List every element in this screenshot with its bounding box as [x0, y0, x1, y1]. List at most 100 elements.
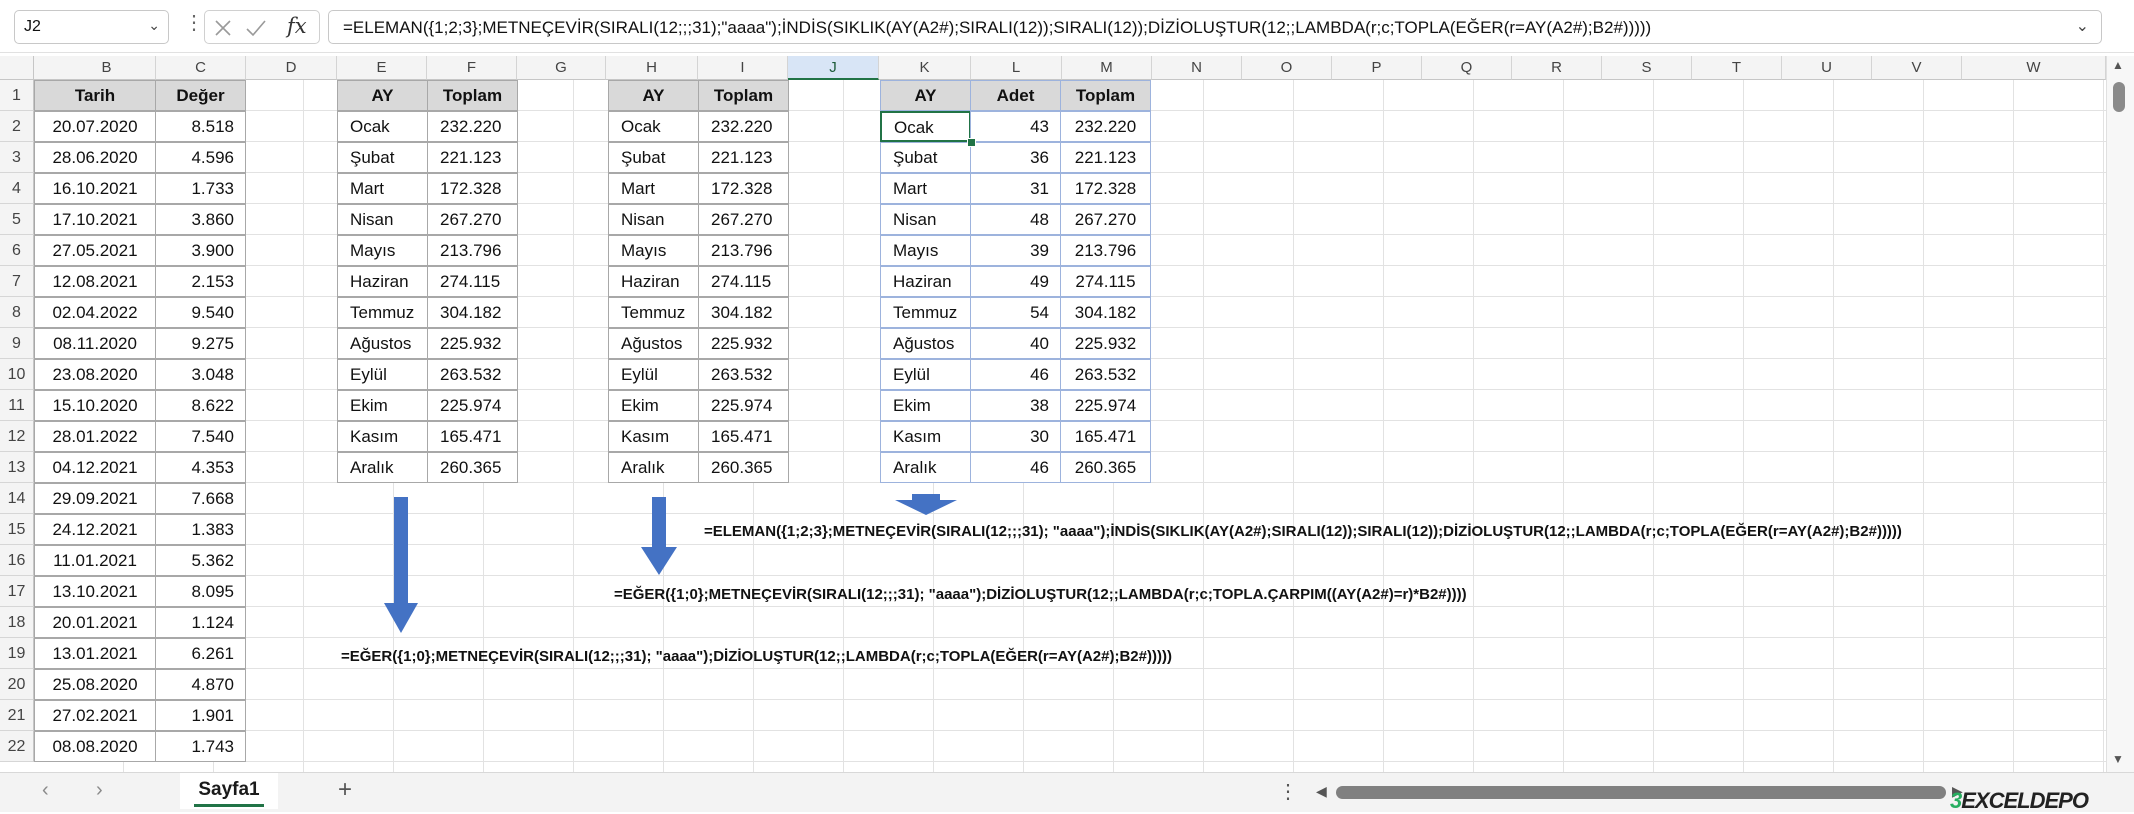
expand-formula-bar-icon[interactable]: ⌄: [2076, 16, 2089, 36]
insert-function-icon[interactable]: fx: [287, 14, 307, 38]
month-cell[interactable]: Mart: [608, 173, 699, 204]
month-cell[interactable]: Mart: [337, 173, 428, 204]
month-cell[interactable]: Temmuz: [880, 297, 971, 328]
vertical-scroll-thumb[interactable]: [2113, 82, 2125, 112]
table-row-date[interactable]: 16.10.2021: [34, 173, 156, 204]
row-header-6[interactable]: 6: [0, 235, 34, 266]
table-row-value[interactable]: 4.596: [155, 142, 246, 173]
header-ay[interactable]: AY: [608, 80, 699, 111]
table-row-value[interactable]: 1.743: [155, 731, 246, 762]
total-cell[interactable]: 304.182: [698, 297, 789, 328]
table-row-date[interactable]: 12.08.2021: [34, 266, 156, 297]
count-cell[interactable]: 46: [970, 359, 1061, 390]
total-cell[interactable]: 260.365: [1060, 452, 1151, 483]
table-row-value[interactable]: 7.668: [155, 483, 246, 514]
row-header-14[interactable]: 14: [0, 483, 34, 514]
total-cell[interactable]: 225.932: [1060, 328, 1151, 359]
column-header-b[interactable]: B: [58, 56, 156, 80]
next-sheet-icon[interactable]: ›: [96, 779, 103, 802]
total-cell[interactable]: 304.182: [1060, 297, 1151, 328]
table-row-value[interactable]: 8.518: [155, 111, 246, 142]
total-cell[interactable]: 221.123: [1060, 142, 1151, 173]
month-cell[interactable]: Temmuz: [608, 297, 699, 328]
name-box[interactable]: J2 ⌄: [14, 10, 169, 44]
month-cell[interactable]: Kasım: [337, 421, 428, 452]
count-cell[interactable]: 48: [970, 204, 1061, 235]
table-row-value[interactable]: 1.733: [155, 173, 246, 204]
month-cell[interactable]: Mayıs: [337, 235, 428, 266]
month-cell[interactable]: Aralık: [880, 452, 971, 483]
total-cell[interactable]: 225.932: [427, 328, 518, 359]
column-header-q[interactable]: Q: [1422, 56, 1512, 80]
total-cell[interactable]: 165.471: [698, 421, 789, 452]
row-header-5[interactable]: 5: [0, 204, 34, 235]
month-cell[interactable]: Kasım: [880, 421, 971, 452]
scroll-down-icon[interactable]: ▼: [2112, 752, 2124, 766]
month-cell[interactable]: Temmuz: [337, 297, 428, 328]
row-header-20[interactable]: 20: [0, 669, 34, 700]
month-cell[interactable]: Haziran: [880, 266, 971, 297]
month-cell[interactable]: Eylül: [337, 359, 428, 390]
month-cell[interactable]: Şubat: [608, 142, 699, 173]
total-cell[interactable]: 225.974: [1060, 390, 1151, 421]
total-cell[interactable]: 267.270: [698, 204, 789, 235]
column-header-r[interactable]: R: [1512, 56, 1602, 80]
column-header-n[interactable]: N: [1152, 56, 1242, 80]
month-cell[interactable]: Mayıs: [608, 235, 699, 266]
total-cell[interactable]: 232.220: [1060, 111, 1151, 142]
table-row-date[interactable]: 25.08.2020: [34, 669, 156, 700]
column-header-l[interactable]: L: [971, 56, 1062, 80]
table-row-value[interactable]: 1.901: [155, 700, 246, 731]
table-row-value[interactable]: 2.153: [155, 266, 246, 297]
month-cell[interactable]: Eylül: [608, 359, 699, 390]
chevron-down-icon[interactable]: ⌄: [148, 17, 160, 34]
total-cell[interactable]: 263.532: [1060, 359, 1151, 390]
total-cell[interactable]: 213.796: [427, 235, 518, 266]
column-header-i[interactable]: I: [698, 56, 788, 80]
scroll-up-icon[interactable]: ▲: [2112, 58, 2124, 72]
row-header-17[interactable]: 17: [0, 576, 34, 607]
month-cell[interactable]: Haziran: [337, 266, 428, 297]
add-sheet-button[interactable]: +: [338, 776, 352, 804]
table-row-date[interactable]: 13.01.2021: [34, 638, 156, 669]
total-cell[interactable]: 213.796: [698, 235, 789, 266]
count-cell[interactable]: 54: [970, 297, 1061, 328]
table-row-value[interactable]: 4.353: [155, 452, 246, 483]
total-cell[interactable]: 225.974: [427, 390, 518, 421]
month-cell[interactable]: Haziran: [608, 266, 699, 297]
table-row-value[interactable]: 5.362: [155, 545, 246, 576]
row-header-19[interactable]: 19: [0, 638, 34, 669]
horizontal-scroll-thumb[interactable]: [1336, 786, 1946, 799]
table-row-date[interactable]: 17.10.2021: [34, 204, 156, 235]
header-toplam[interactable]: Toplam: [698, 80, 789, 111]
total-cell[interactable]: 225.932: [698, 328, 789, 359]
total-cell[interactable]: 260.365: [698, 452, 789, 483]
column-header-v[interactable]: V: [1872, 56, 1962, 80]
total-cell[interactable]: 274.115: [427, 266, 518, 297]
count-cell[interactable]: 43: [970, 111, 1061, 142]
row-header-9[interactable]: 9: [0, 328, 34, 359]
row-header-13[interactable]: 13: [0, 452, 34, 483]
month-cell[interactable]: Ekim: [880, 390, 971, 421]
total-cell[interactable]: 213.796: [1060, 235, 1151, 266]
header-toplam[interactable]: Toplam: [1060, 80, 1151, 111]
month-cell[interactable]: Şubat: [337, 142, 428, 173]
table-row-value[interactable]: 8.622: [155, 390, 246, 421]
more-options-icon[interactable]: ⋮: [1278, 779, 1298, 804]
total-cell[interactable]: 225.974: [698, 390, 789, 421]
row-header-2[interactable]: 2: [0, 111, 34, 142]
total-cell[interactable]: 232.220: [698, 111, 789, 142]
total-cell[interactable]: 172.328: [698, 173, 789, 204]
fill-handle[interactable]: [967, 138, 976, 147]
row-header-11[interactable]: 11: [0, 390, 34, 421]
table-row-date[interactable]: 23.08.2020: [34, 359, 156, 390]
column-header-o[interactable]: O: [1242, 56, 1332, 80]
count-cell[interactable]: 46: [970, 452, 1061, 483]
column-header-g[interactable]: G: [517, 56, 606, 80]
row-header-22[interactable]: 22: [0, 731, 34, 762]
total-cell[interactable]: 165.471: [1060, 421, 1151, 452]
total-cell[interactable]: 267.270: [427, 204, 518, 235]
header-adet[interactable]: Adet: [970, 80, 1061, 111]
month-cell[interactable]: Aralık: [608, 452, 699, 483]
month-cell[interactable]: Nisan: [337, 204, 428, 235]
